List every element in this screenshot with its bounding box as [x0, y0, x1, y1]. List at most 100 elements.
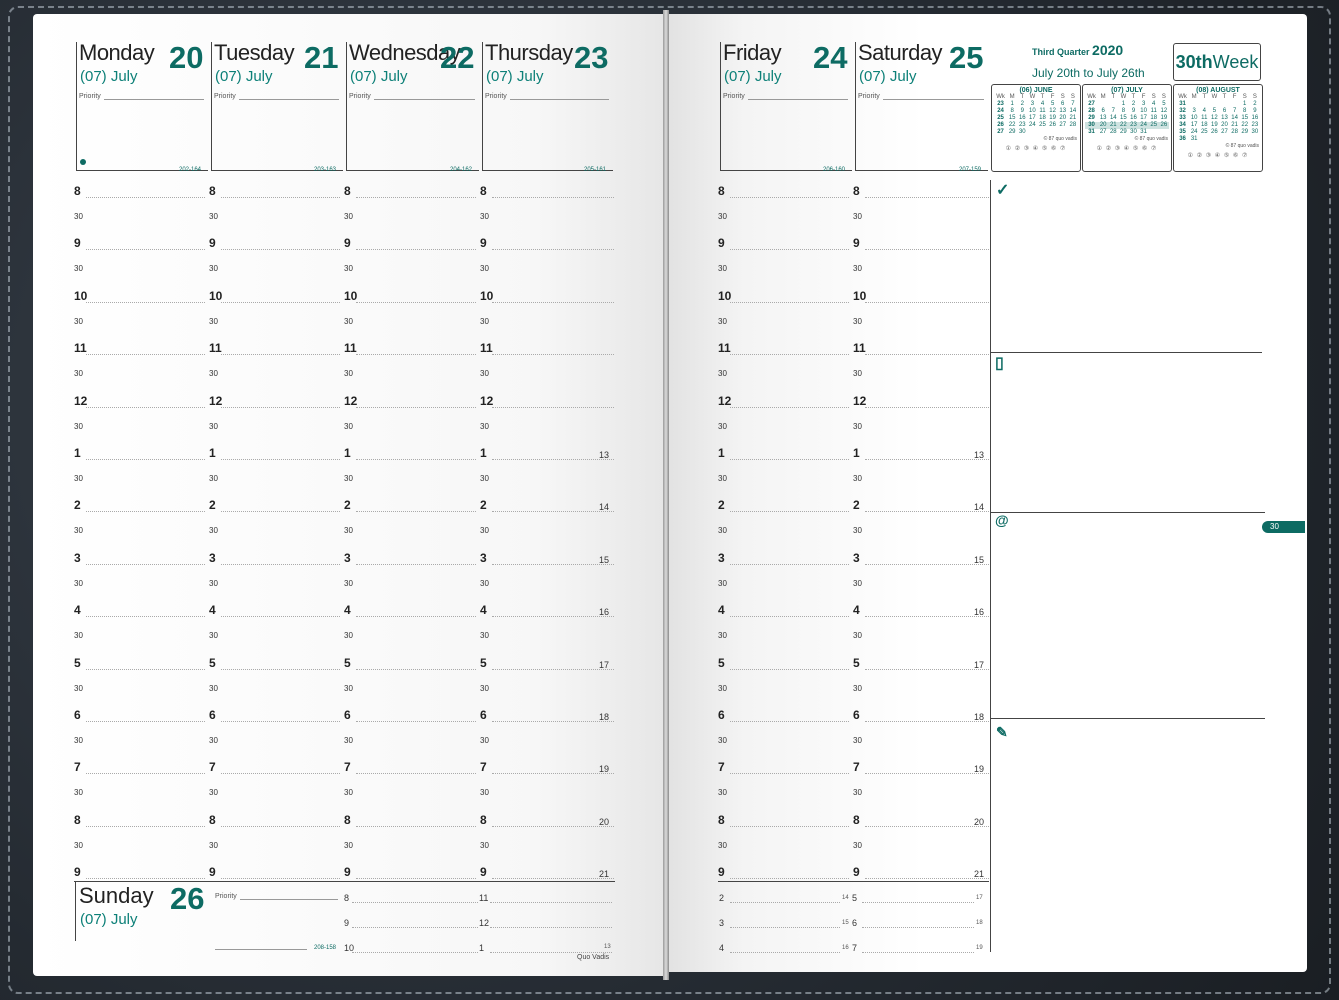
date-cell[interactable]: 3: [1027, 101, 1037, 108]
date-cell[interactable]: 8: [1240, 108, 1250, 115]
date-cell[interactable]: 18: [1149, 115, 1159, 122]
date-cell[interactable]: 15: [1118, 115, 1128, 122]
date-cell[interactable]: 3: [1139, 101, 1149, 108]
date-cell[interactable]: 28: [1108, 129, 1118, 136]
week-tab[interactable]: 30: [1262, 521, 1305, 533]
week-number-cell[interactable]: 27: [1085, 101, 1098, 108]
date-cell[interactable]: 30: [1017, 129, 1027, 136]
date-cell[interactable]: 27: [1058, 122, 1068, 129]
week-number-cell[interactable]: 34: [1176, 122, 1189, 129]
date-cell[interactable]: 6: [1098, 108, 1108, 115]
date-cell[interactable]: 21: [1230, 122, 1240, 129]
date-cell[interactable]: 1: [1118, 101, 1128, 108]
date-cell[interactable]: 12: [1048, 108, 1058, 115]
date-cell[interactable]: 29: [1007, 129, 1017, 136]
date-cell[interactable]: [1230, 101, 1240, 108]
date-cell[interactable]: 15: [1240, 115, 1250, 122]
date-cell[interactable]: 27: [1098, 129, 1108, 136]
date-cell[interactable]: [1048, 129, 1058, 136]
date-cell[interactable]: 18: [1037, 115, 1047, 122]
date-cell[interactable]: 1: [1240, 101, 1250, 108]
date-cell[interactable]: 6: [1219, 108, 1229, 115]
date-cell[interactable]: [1058, 129, 1068, 136]
date-cell[interactable]: [1250, 136, 1260, 143]
date-cell[interactable]: 9: [1250, 108, 1260, 115]
date-cell[interactable]: 15: [1007, 115, 1017, 122]
week-number-cell[interactable]: 26: [994, 122, 1007, 129]
date-cell[interactable]: 23: [1017, 122, 1027, 129]
date-cell[interactable]: 1: [1007, 101, 1017, 108]
date-cell[interactable]: [1037, 129, 1047, 136]
week-number-cell[interactable]: 29: [1085, 115, 1098, 122]
date-cell[interactable]: [1098, 101, 1108, 108]
date-cell[interactable]: 5: [1159, 101, 1169, 108]
date-cell[interactable]: 25: [1037, 122, 1047, 129]
date-cell[interactable]: [1199, 101, 1209, 108]
date-cell[interactable]: 21: [1068, 115, 1078, 122]
mini-calendar[interactable]: (06) JUNE Wk M T W T F S S 23 1 2 3 4 5 6 7 24 8 9 10 11 12 13 1…: [991, 84, 1081, 172]
date-cell[interactable]: 5: [1048, 101, 1058, 108]
date-cell[interactable]: 20: [1219, 122, 1229, 129]
date-cell[interactable]: 3: [1189, 108, 1199, 115]
date-cell[interactable]: 13: [1098, 115, 1108, 122]
date-cell[interactable]: 11: [1199, 115, 1209, 122]
date-cell[interactable]: 8: [1118, 108, 1128, 115]
week-number-cell[interactable]: 32: [1176, 108, 1189, 115]
date-cell[interactable]: 19: [1209, 122, 1219, 129]
date-cell[interactable]: 6: [1058, 101, 1068, 108]
date-cell[interactable]: 30: [1250, 129, 1260, 136]
date-cell[interactable]: 9: [1017, 108, 1027, 115]
date-cell[interactable]: 16: [1250, 115, 1260, 122]
date-cell[interactable]: 2: [1128, 101, 1138, 108]
date-cell[interactable]: 10: [1189, 115, 1199, 122]
date-cell[interactable]: 21: [1108, 122, 1118, 129]
week-number-cell[interactable]: 33: [1176, 115, 1189, 122]
date-cell[interactable]: [1068, 129, 1078, 136]
date-cell[interactable]: 10: [1139, 108, 1149, 115]
week-number-cell[interactable]: 35: [1176, 129, 1189, 136]
date-cell[interactable]: 11: [1037, 108, 1047, 115]
date-cell[interactable]: [1219, 136, 1229, 143]
date-cell[interactable]: 29: [1240, 129, 1250, 136]
date-cell[interactable]: [1189, 101, 1199, 108]
date-cell[interactable]: 8: [1007, 108, 1017, 115]
date-cell[interactable]: 12: [1159, 108, 1169, 115]
date-cell[interactable]: [1240, 136, 1250, 143]
date-cell[interactable]: 24: [1139, 122, 1149, 129]
date-cell[interactable]: 23: [1128, 122, 1138, 129]
date-cell[interactable]: [1230, 136, 1240, 143]
date-cell[interactable]: 19: [1048, 115, 1058, 122]
date-cell[interactable]: 5: [1209, 108, 1219, 115]
date-cell[interactable]: 25: [1199, 129, 1209, 136]
date-cell[interactable]: 17: [1139, 115, 1149, 122]
date-cell[interactable]: 7: [1230, 108, 1240, 115]
date-cell[interactable]: 24: [1027, 122, 1037, 129]
date-cell[interactable]: 28: [1230, 129, 1240, 136]
date-cell[interactable]: 14: [1230, 115, 1240, 122]
date-cell[interactable]: 26: [1048, 122, 1058, 129]
date-cell[interactable]: 14: [1068, 108, 1078, 115]
date-cell[interactable]: 23: [1250, 122, 1260, 129]
date-cell[interactable]: [1209, 136, 1219, 143]
date-cell[interactable]: 29: [1118, 129, 1128, 136]
date-cell[interactable]: 16: [1128, 115, 1138, 122]
date-cell[interactable]: 10: [1027, 108, 1037, 115]
date-cell[interactable]: [1159, 129, 1169, 136]
date-cell[interactable]: 14: [1108, 115, 1118, 122]
date-cell[interactable]: 22: [1118, 122, 1128, 129]
date-cell[interactable]: 31: [1189, 136, 1199, 143]
date-cell[interactable]: 7: [1108, 108, 1118, 115]
date-cell[interactable]: 2: [1250, 101, 1260, 108]
date-cell[interactable]: 22: [1240, 122, 1250, 129]
date-cell[interactable]: [1209, 101, 1219, 108]
mini-calendar[interactable]: (07) JULY Wk M T W T F S S 27 1 2 3 4 5 28 6 7 8 9 10 11 12 29 1…: [1082, 84, 1172, 172]
date-cell[interactable]: [1027, 129, 1037, 136]
week-number-cell[interactable]: 23: [994, 101, 1007, 108]
date-cell[interactable]: 4: [1149, 101, 1159, 108]
date-cell[interactable]: 4: [1199, 108, 1209, 115]
date-cell[interactable]: 9: [1128, 108, 1138, 115]
date-cell[interactable]: 12: [1209, 115, 1219, 122]
week-number-cell[interactable]: 25: [994, 115, 1007, 122]
date-cell[interactable]: 17: [1189, 122, 1199, 129]
date-cell[interactable]: 22: [1007, 122, 1017, 129]
